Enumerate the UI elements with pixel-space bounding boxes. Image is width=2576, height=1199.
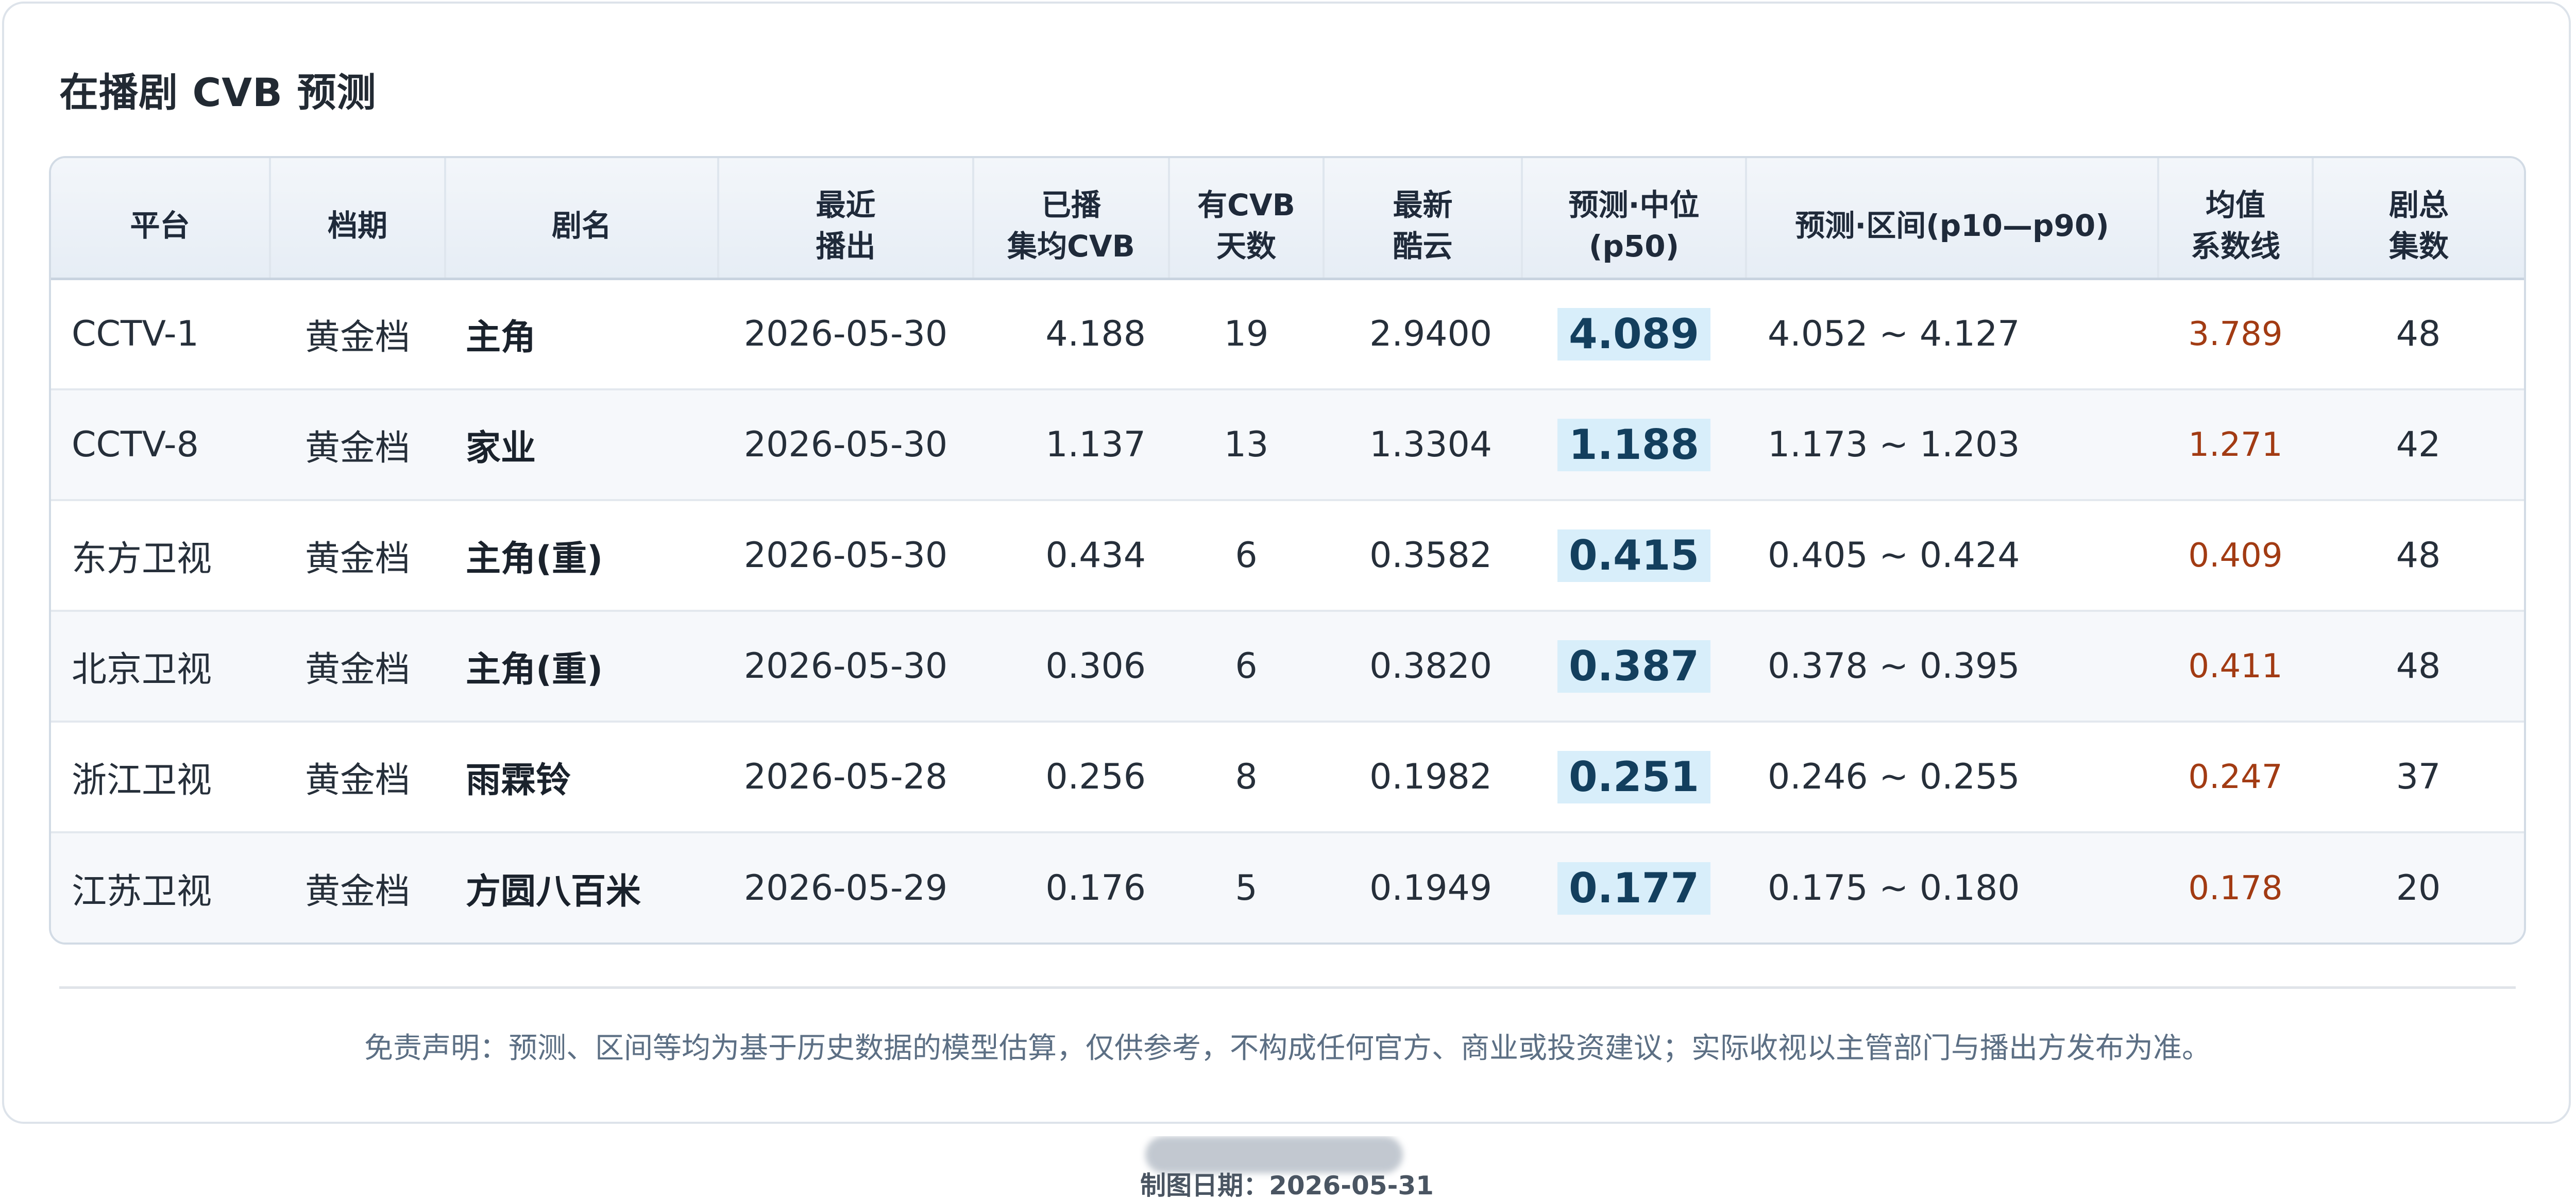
p50-value-chip: 1.188	[1557, 418, 1711, 471]
cell-platform: 浙江卫视	[72, 760, 212, 801]
cell-slot: 黄金档	[304, 539, 410, 579]
column-header-aired-avg-cvb[interactable]: 已播 集均CVB	[973, 158, 1170, 280]
cell-mean-line: 0.409	[2188, 536, 2283, 575]
column-header-forecast-p50[interactable]: 预测·中位 (p50)	[1522, 158, 1747, 280]
table-row: 北京卫视 黄金档 主角(重) 2026-05-30 0.306 6 0.3820…	[51, 611, 2524, 722]
cell-slot: 黄金档	[304, 428, 410, 469]
table-row: CCTV-8 黄金档 家业 2026-05-30 1.137 13 1.3304…	[51, 389, 2524, 500]
cell-latest-kuyun: 0.1949	[1369, 868, 1492, 909]
page: 在播剧 CVB 预测 平台 档期 剧名 最近 播出 已播 集均CVB 有CVB …	[0, 0, 2576, 1199]
page-title: 在播剧 CVB 预测	[59, 70, 377, 115]
cell-forecast-p50: 0.415	[1522, 500, 1746, 611]
cell-cvb-days: 6	[1235, 646, 1258, 687]
column-header-latest-kuyun[interactable]: 最新 酷云	[1324, 158, 1523, 280]
cell-total-episodes: 20	[2396, 868, 2441, 909]
cell-total-episodes: 48	[2396, 314, 2441, 355]
column-header-platform[interactable]: 平台	[51, 158, 271, 280]
cell-mean-line: 0.247	[2188, 758, 2283, 796]
p50-value-chip: 0.387	[1557, 640, 1711, 693]
cell-latest-kuyun: 1.3304	[1369, 424, 1492, 465]
forecast-table-container: 平台 档期 剧名 最近 播出 已播 集均CVB 有CVB 天数 最新 酷云 预测·中位(…	[49, 156, 2526, 945]
cell-latest-kuyun: 0.3582	[1369, 535, 1492, 576]
cell-mean-line: 3.789	[2188, 315, 2283, 353]
cell-cvb-days: 6	[1235, 535, 1258, 576]
cell-aired-avg-cvb: 0.434	[1045, 535, 1146, 576]
disclaimer-text: 免责声明：预测、区间等均为基于历史数据的模型估算，仅供参考，不构成任何官方、商业…	[364, 1032, 2211, 1065]
p50-value-chip: 0.251	[1557, 750, 1711, 803]
column-header-cvb-days[interactable]: 有CVB 天数	[1169, 158, 1325, 280]
column-header-mean-line[interactable]: 均值 系数线	[2158, 158, 2314, 280]
cell-aired-avg-cvb: 0.256	[1045, 757, 1146, 797]
cell-aired-avg-cvb: 0.176	[1045, 868, 1146, 909]
table-header-row: 平台 档期 剧名 最近 播出 已播 集均CVB 有CVB 天数 最新 酷云 预测·中位(…	[51, 158, 2524, 280]
cell-forecast-range: 0.246 ~ 0.255	[1768, 757, 2020, 797]
column-header-total-episodes[interactable]: 剧总 集数	[2313, 158, 2524, 280]
cell-platform: 东方卫视	[72, 539, 212, 579]
cell-total-episodes: 37	[2396, 757, 2441, 797]
cell-forecast-p50: 1.188	[1522, 389, 1746, 500]
column-header-last-aired[interactable]: 最近 播出	[718, 158, 974, 280]
cell-drama-name: 方圆八百米	[466, 871, 641, 912]
cell-last-aired: 2026-05-29	[743, 868, 948, 909]
cell-mean-line: 0.411	[2188, 647, 2283, 686]
cell-latest-kuyun: 0.1982	[1369, 757, 1492, 797]
p50-value-chip: 0.177	[1557, 862, 1711, 915]
cell-cvb-days: 19	[1224, 314, 1269, 355]
column-header-drama-name[interactable]: 剧名	[445, 158, 719, 280]
cell-forecast-range: 4.052 ~ 4.127	[1768, 314, 2020, 355]
cell-drama-name: 主角(重)	[466, 649, 603, 690]
cell-total-episodes: 48	[2396, 535, 2441, 576]
cell-drama-name: 主角	[466, 317, 536, 358]
cell-forecast-p50: 0.251	[1522, 722, 1746, 832]
cell-slot: 黄金档	[304, 317, 410, 358]
cell-aired-avg-cvb: 1.137	[1045, 424, 1146, 465]
cell-platform: 江苏卫视	[72, 871, 212, 912]
cell-forecast-range: 0.378 ~ 0.395	[1768, 646, 2020, 687]
cell-total-episodes: 42	[2396, 424, 2441, 465]
cell-drama-name: 家业	[466, 428, 536, 469]
cell-mean-line: 1.271	[2188, 425, 2283, 464]
cell-total-episodes: 48	[2396, 646, 2441, 687]
cell-forecast-range: 0.175 ~ 0.180	[1768, 868, 2020, 909]
cell-platform: 北京卫视	[72, 649, 212, 690]
cell-platform: CCTV-1	[72, 314, 199, 355]
cell-forecast-p50: 0.387	[1522, 611, 1746, 722]
cell-slot: 黄金档	[304, 760, 410, 801]
column-header-forecast-range[interactable]: 预测·区间(p10—p90)	[1746, 158, 2159, 280]
cell-last-aired: 2026-05-30	[743, 535, 948, 576]
table-row: 江苏卫视 黄金档 方圆八百米 2026-05-29 0.176 5 0.1949…	[51, 832, 2524, 943]
cell-forecast-p50: 4.089	[1522, 279, 1746, 389]
p50-value-chip: 4.089	[1557, 307, 1711, 361]
forecast-table: 平台 档期 剧名 最近 播出 已播 集均CVB 有CVB 天数 最新 酷云 预测·中位(…	[51, 158, 2524, 943]
cell-latest-kuyun: 0.3820	[1369, 646, 1492, 687]
cell-last-aired: 2026-05-30	[743, 424, 948, 465]
cell-forecast-range: 1.173 ~ 1.203	[1768, 424, 2020, 465]
footer: 制图日期：2026-05-31 00:24	[1117, 1136, 1457, 1198]
cell-slot: 黄金档	[304, 649, 410, 690]
cell-aired-avg-cvb: 0.306	[1045, 646, 1146, 687]
cell-drama-name: 主角(重)	[466, 539, 603, 579]
cell-last-aired: 2026-05-28	[743, 757, 948, 797]
cell-last-aired: 2026-05-30	[743, 314, 948, 355]
section-divider	[59, 986, 2516, 989]
cell-cvb-days: 8	[1235, 757, 1258, 797]
cell-cvb-days: 5	[1235, 868, 1258, 909]
chart-date-text: 制图日期：2026-05-31 00:24	[1140, 1171, 1434, 1198]
table-row: 东方卫视 黄金档 主角(重) 2026-05-30 0.434 6 0.3582…	[51, 500, 2524, 611]
cell-platform: CCTV-8	[72, 424, 199, 465]
cell-forecast-p50: 0.177	[1522, 832, 1746, 943]
cell-cvb-days: 13	[1224, 424, 1269, 465]
cell-drama-name: 雨霖铃	[466, 760, 571, 801]
cell-forecast-range: 0.405 ~ 0.424	[1768, 535, 2020, 576]
table-row: CCTV-1 黄金档 主角 2026-05-30 4.188 19 2.9400…	[51, 279, 2524, 389]
cell-slot: 黄金档	[304, 871, 410, 912]
cell-latest-kuyun: 2.9400	[1369, 314, 1492, 355]
cell-mean-line: 0.178	[2188, 869, 2283, 907]
cell-aired-avg-cvb: 4.188	[1045, 314, 1146, 355]
table-row: 浙江卫视 黄金档 雨霖铃 2026-05-28 0.256 8 0.1982 0…	[51, 722, 2524, 832]
p50-value-chip: 0.415	[1557, 529, 1711, 582]
cell-last-aired: 2026-05-30	[743, 646, 948, 687]
column-header-slot[interactable]: 档期	[270, 158, 446, 280]
